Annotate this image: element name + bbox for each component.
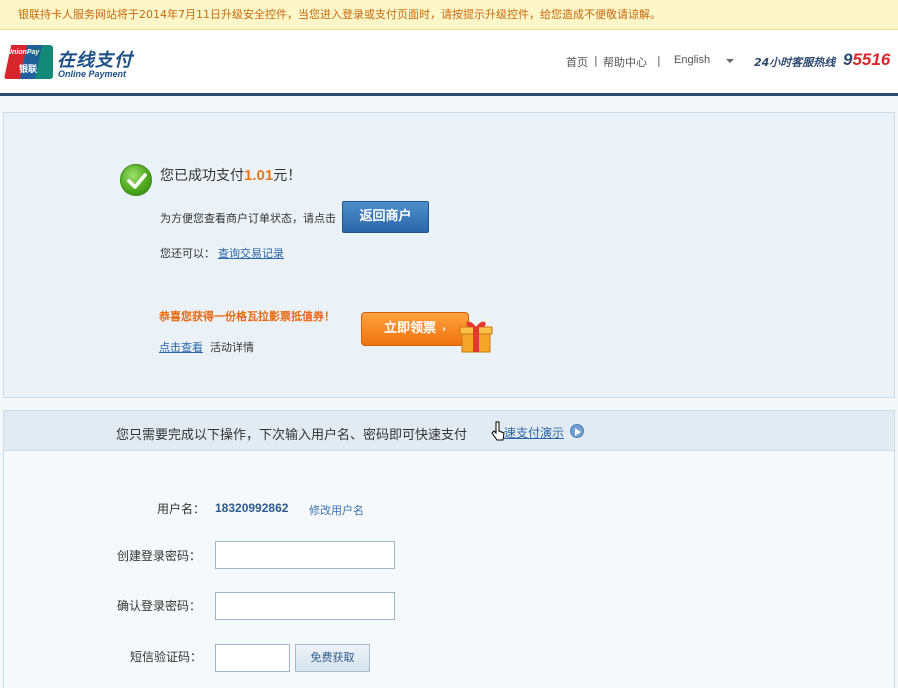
- payment-success-message: 您已成功支付1.01元！: [160, 167, 302, 184]
- sms-code-label: 短信验证码：: [130, 650, 203, 664]
- unionpay-logo-icon[interactable]: UnionPay 银联: [4, 45, 53, 79]
- chevron-down-icon[interactable]: [726, 59, 734, 63]
- payment-success-panel: 您已成功支付1.01元！ 为方便您查看商户订单状态，请点击 返回商户 您还可以：…: [3, 112, 895, 398]
- edit-username-link[interactable]: 修改用户名: [309, 502, 364, 518]
- nav-help-link[interactable]: 帮助中心: [603, 54, 647, 70]
- check-icon: [120, 164, 152, 196]
- logo-badge-text: UnionPay: [7, 49, 40, 56]
- also-label: 您还可以：: [160, 247, 215, 260]
- username-label: 用户名：: [157, 502, 206, 516]
- play-icon[interactable]: [570, 424, 584, 438]
- payment-amount: 1.01: [244, 167, 274, 184]
- sms-code-input[interactable]: [215, 644, 290, 672]
- system-notice-bar: 银联持卡人服务网站将于2014年7月11日升级安全控件，当您进入登录或支付页面时…: [0, 0, 898, 30]
- hotline-number: 95516: [843, 50, 891, 69]
- quick-pay-header: 您只需要完成以下操作，下次输入用户名、密码即可快速支付 速支付演示: [4, 411, 894, 451]
- view-details-link[interactable]: 点击查看: [159, 339, 203, 355]
- hotline-label: 24小时客服热线: [754, 56, 836, 69]
- create-password-label: 创建登录密码：: [117, 549, 202, 563]
- confirm-password-input[interactable]: [215, 592, 395, 620]
- quick-pay-demo-link[interactable]: 速支付演示: [504, 424, 564, 441]
- create-password-input[interactable]: [215, 541, 395, 569]
- quick-pay-headline: 您只需要完成以下操作，下次输入用户名、密码即可快速支付: [116, 428, 468, 443]
- logo-badge-cn-text: 银联: [19, 65, 38, 75]
- claim-ticket-button[interactable]: 立即领票 ›: [361, 312, 469, 346]
- nav-separator: |: [594, 54, 598, 67]
- system-notice-text: 银联持卡人服务网站将于2014年7月11日升级安全控件，当您进入登录或支付页面时…: [18, 8, 661, 21]
- nav-home-link[interactable]: 首页: [566, 54, 588, 70]
- gift-icon: [459, 318, 493, 353]
- promo-message: 恭喜您获得一份格瓦拉影票抵值券！: [159, 310, 335, 323]
- return-hint: 为方便您查看商户订单状态，请点击: [160, 212, 336, 225]
- query-transactions-link[interactable]: 查询交易记录: [218, 245, 284, 261]
- logo-subtitle: Online Payment: [58, 69, 127, 79]
- site-header: UnionPay 银联 在线支付 Online Payment 首页 | 帮助中…: [0, 30, 898, 96]
- cursor-icon: [491, 421, 505, 441]
- language-selector[interactable]: English: [674, 54, 710, 66]
- details-label: 活动详情: [210, 341, 254, 354]
- quick-pay-panel: 您只需要完成以下操作，下次输入用户名、密码即可快速支付 速支付演示 用户名： 1…: [3, 410, 895, 688]
- return-to-merchant-button[interactable]: 返回商户: [342, 201, 429, 233]
- nav-separator: |: [657, 54, 661, 67]
- get-sms-code-button[interactable]: 免费获取: [295, 644, 370, 672]
- confirm-password-label: 确认登录密码：: [117, 599, 202, 613]
- username-value: 18320992862: [215, 501, 289, 515]
